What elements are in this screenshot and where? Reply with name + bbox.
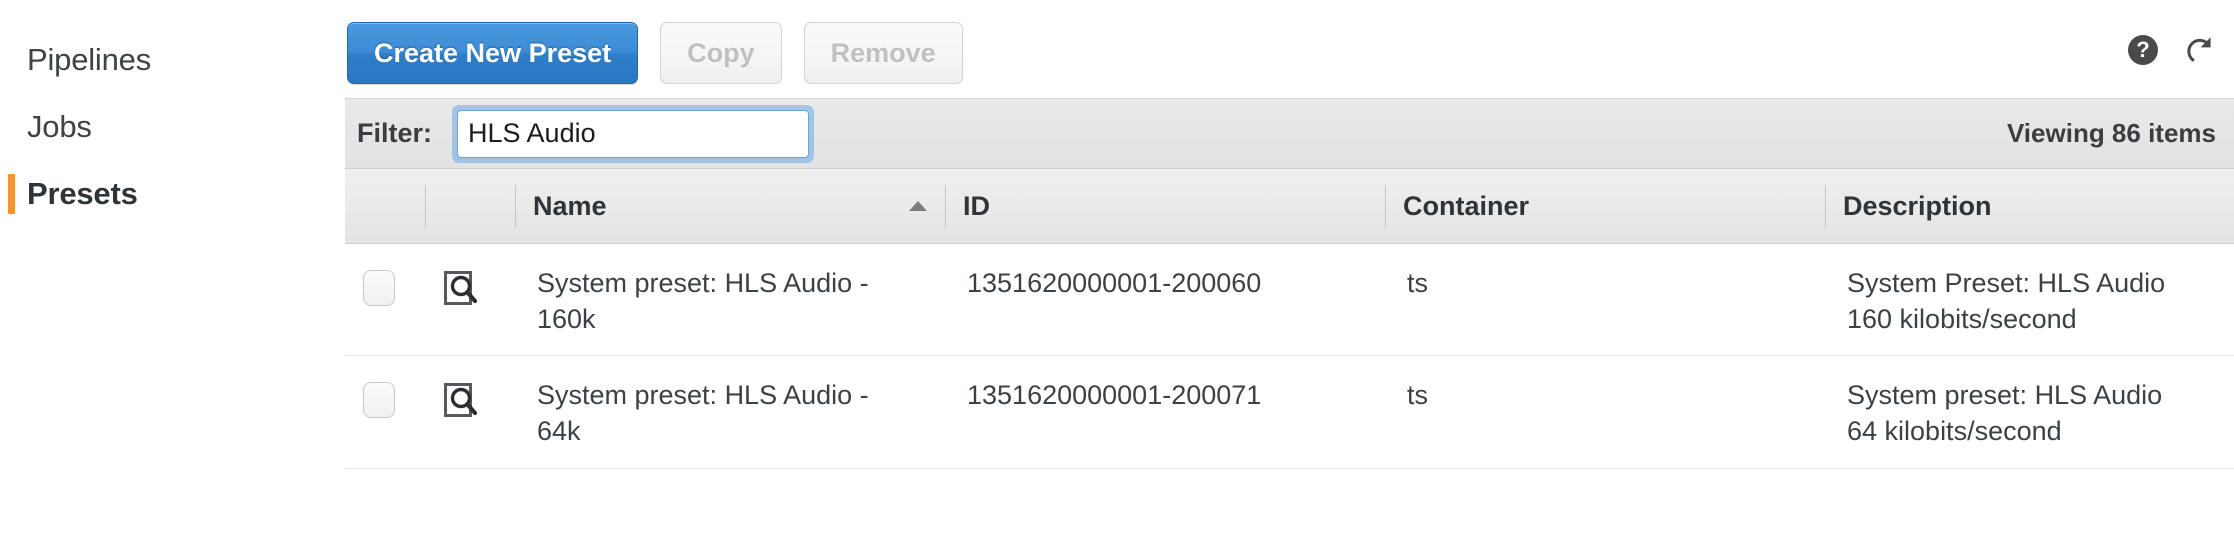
- column-header-label: ID: [963, 190, 990, 221]
- remove-button[interactable]: Remove: [803, 22, 963, 84]
- row-name: System preset: HLS Audio - 160k: [537, 268, 869, 334]
- column-header-view: [425, 169, 515, 244]
- row-id: 1351620000001-200071: [967, 380, 1262, 411]
- row-id: 1351620000001-200060: [967, 268, 1262, 298]
- row-name: System preset: HLS Audio - 64k: [537, 380, 869, 446]
- column-header-container[interactable]: Container: [1385, 169, 1825, 244]
- column-header-label: Name: [533, 190, 607, 221]
- row-select-cell: [345, 356, 425, 436]
- viewing-count-label: Viewing 86 items: [2006, 118, 2216, 148]
- document-magnifier-icon[interactable]: [443, 270, 481, 320]
- row-description: System preset: HLS Audio 64 kilobits/sec…: [1847, 380, 2163, 446]
- column-header-id[interactable]: ID: [945, 169, 1385, 244]
- filter-label: Filter:: [357, 118, 433, 148]
- table-row[interactable]: System preset: HLS Audio - 64k 135162000…: [345, 356, 2234, 469]
- filter-input-focus-ring: [452, 104, 815, 163]
- table-header-row: Name ID Container Description: [345, 169, 2234, 244]
- row-checkbox[interactable]: [363, 382, 395, 419]
- sidebar-item-label: Jobs: [27, 109, 92, 144]
- active-indicator-bar: [8, 174, 15, 214]
- column-header-select: [345, 169, 425, 244]
- toolbar-icon-group: ?: [2128, 34, 2216, 66]
- refresh-icon[interactable]: [2184, 34, 2216, 66]
- column-header-description[interactable]: Description: [1825, 169, 2234, 244]
- sort-ascending-icon: [909, 201, 927, 211]
- help-circle-icon[interactable]: ?: [2128, 35, 2158, 65]
- row-checkbox[interactable]: [363, 270, 395, 306]
- sidebar-item-label: Pipelines: [27, 42, 152, 77]
- copy-button[interactable]: Copy: [660, 22, 782, 84]
- preset-manager-page: Pipelines Jobs Presets Create New Preset…: [0, 0, 2234, 538]
- row-view-cell: [425, 244, 515, 338]
- create-new-preset-button[interactable]: Create New Preset: [347, 22, 639, 84]
- sidebar-item-label: Presets: [27, 176, 138, 211]
- filter-bar: Filter: Viewing 86 items: [345, 98, 2234, 169]
- row-description: System Preset: HLS Audio 160 kilobits/se…: [1847, 268, 2166, 334]
- row-container: ts: [1407, 380, 1429, 411]
- sidebar-item-pipelines[interactable]: Pipelines: [0, 26, 345, 93]
- presets-table: Name ID Container Description System pre…: [345, 169, 2234, 469]
- content-panel: Create New Preset Copy Remove ? Filter: …: [345, 0, 2234, 538]
- sidebar-item-presets[interactable]: Presets: [0, 160, 345, 227]
- table-row[interactable]: System preset: HLS Audio - 160k 13516200…: [345, 244, 2234, 357]
- filter-input[interactable]: [457, 109, 810, 158]
- row-view-cell: [425, 356, 515, 450]
- column-header-label: Description: [1843, 190, 1992, 221]
- sidebar: Pipelines Jobs Presets: [0, 0, 345, 538]
- column-header-name[interactable]: Name: [515, 169, 945, 244]
- row-select-cell: [345, 244, 425, 324]
- document-magnifier-icon[interactable]: [443, 382, 481, 432]
- row-container: ts: [1407, 268, 1429, 298]
- sidebar-item-jobs[interactable]: Jobs: [0, 93, 345, 160]
- toolbar: Create New Preset Copy Remove ?: [345, 0, 2234, 98]
- column-header-label: Container: [1403, 190, 1530, 221]
